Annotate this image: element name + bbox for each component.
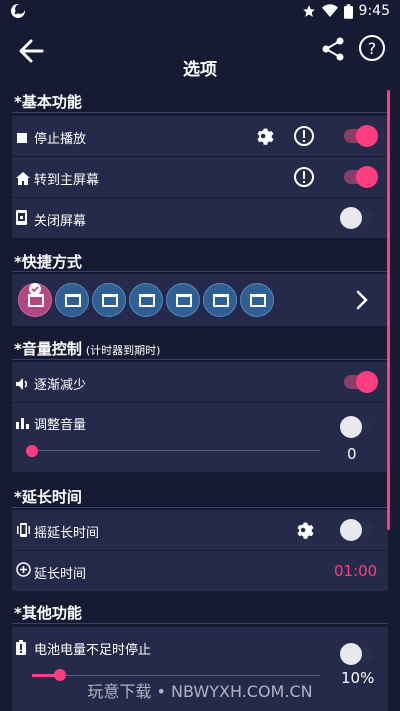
phone-lock-icon [16, 210, 30, 225]
home-icon [16, 170, 30, 185]
volume-card: 逐渐减少 调整音量 0 [12, 362, 388, 472]
battery-alert-icon [16, 640, 30, 655]
shortcut-slot-2[interactable] [55, 283, 89, 317]
toggle-stop-playback[interactable] [344, 125, 378, 147]
extend-card: 摇延长时间 延长时间 01:00 [12, 510, 388, 591]
row-label: 电池电量不足时停止 [34, 643, 152, 658]
section-header-shortcuts: *快捷方式 [14, 253, 82, 271]
watermark: 玩意下载 • NBWYXH.COM.CN [87, 682, 313, 701]
row-fade-out[interactable]: 逐渐减少 [12, 362, 388, 402]
share-icon [322, 37, 344, 61]
wifi-icon [321, 4, 338, 18]
section-divider [12, 359, 388, 360]
section-divider [12, 112, 388, 113]
section-header-volume: *音量控制 (计时器到期时) [14, 338, 160, 359]
bars-icon [16, 414, 30, 429]
info-icon[interactable] [293, 125, 315, 147]
extend-time-value[interactable]: 01:00 [334, 562, 377, 580]
section-header-other: *其他功能 [14, 604, 82, 622]
section-divider [12, 271, 388, 272]
gear-icon[interactable] [293, 519, 315, 541]
row-label: 停止播放 [34, 132, 87, 147]
toggle-low-battery[interactable] [340, 643, 374, 665]
toggle-fade-out[interactable] [344, 371, 378, 393]
shortcut-slot-4[interactable] [129, 283, 163, 317]
toggle-adjust-volume[interactable] [340, 416, 374, 438]
app-bar: 选项 ? [0, 24, 400, 86]
section-divider [12, 507, 388, 508]
volume-slider-track[interactable] [32, 450, 320, 451]
toggle-shake-extend[interactable] [340, 519, 374, 541]
volume-value: 0 [347, 445, 357, 463]
battery-slider-track[interactable] [32, 675, 320, 676]
gear-icon[interactable] [253, 125, 275, 147]
toggle-screen-off[interactable] [340, 207, 374, 229]
shortcuts-card [12, 274, 388, 326]
row-label: 逐渐减少 [34, 378, 87, 393]
shortcut-slot-6[interactable] [203, 283, 237, 317]
shortcut-slot-7[interactable] [240, 283, 274, 317]
plus-circle-icon [16, 562, 31, 577]
row-label: 延长时间 [34, 567, 87, 582]
basic-card: 停止播放 转到主屏幕 关闭屏幕 [12, 116, 388, 238]
status-bar: 9:45 [0, 0, 400, 24]
row-extend-time[interactable]: 延长时间 01:00 [12, 551, 388, 591]
row-adjust-volume[interactable]: 调整音量 0 [12, 403, 388, 472]
row-shake-extend[interactable]: 摇延长时间 [12, 510, 388, 550]
speaker-icon [16, 375, 30, 390]
row-label: 关闭屏幕 [34, 214, 87, 229]
info-icon[interactable] [293, 166, 315, 188]
svg-text:?: ? [368, 39, 377, 58]
scroll-indicator[interactable] [387, 90, 390, 530]
help-circle-icon: ? [359, 35, 385, 61]
row-stop-playback[interactable]: 停止播放 [12, 116, 388, 156]
shortcut-slot-1[interactable] [18, 283, 52, 317]
share-button[interactable] [320, 36, 346, 62]
row-go-home[interactable]: 转到主屏幕 [12, 157, 388, 197]
section-header-basic: *基本功能 [14, 93, 82, 111]
moon-icon [10, 3, 26, 19]
star-icon [302, 4, 316, 18]
help-button[interactable]: ? [358, 34, 386, 62]
check-icon [29, 283, 41, 295]
section-subtitle: (计时器到期时) [85, 344, 161, 357]
battery-icon [343, 3, 353, 19]
toggle-go-home[interactable] [344, 166, 378, 188]
volume-slider-thumb[interactable] [26, 445, 38, 457]
row-label: 摇延长时间 [34, 526, 100, 541]
row-label: 转到主屏幕 [34, 173, 100, 188]
section-header-extend: *延长时间 [14, 488, 82, 506]
row-screen-off[interactable]: 关闭屏幕 [12, 198, 388, 238]
row-label: 调整音量 [34, 418, 87, 433]
chevron-right-icon[interactable] [356, 290, 368, 310]
section-divider [12, 623, 388, 624]
status-time: 9:45 [358, 3, 390, 19]
shortcut-slot-3[interactable] [92, 283, 126, 317]
vibrate-icon [16, 522, 30, 537]
stop-square-icon [16, 129, 30, 143]
shortcut-slot-5[interactable] [166, 283, 200, 317]
section-title: *音量控制 [14, 340, 82, 358]
